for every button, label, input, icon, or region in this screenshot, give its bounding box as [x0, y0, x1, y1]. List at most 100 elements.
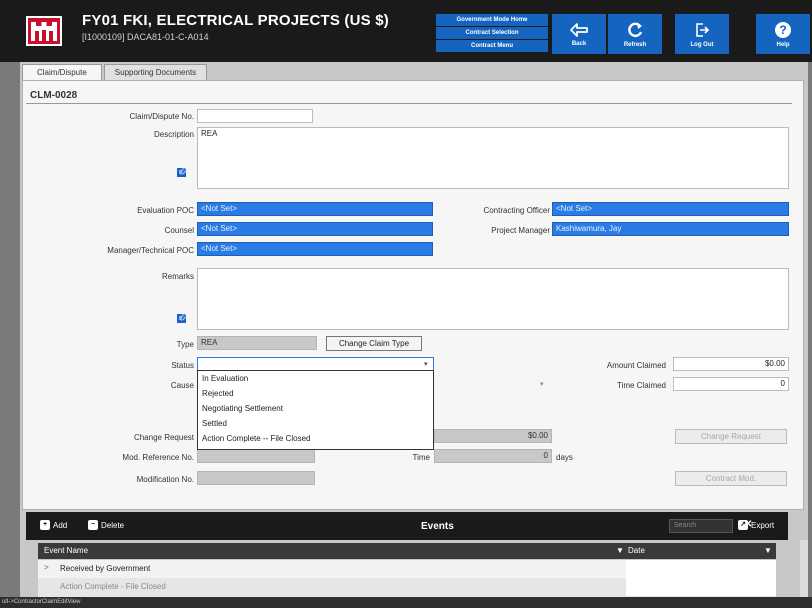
contract-menu-link[interactable]: Contract Menu — [436, 40, 548, 52]
time-label: Time — [412, 453, 430, 462]
minus-icon: − — [88, 520, 98, 530]
cause-label: Cause — [170, 381, 194, 390]
date-column-header[interactable]: Date — [628, 546, 645, 555]
events-search-input[interactable]: Search — [669, 519, 733, 533]
events-scrollbar[interactable] — [800, 540, 808, 597]
status-option-rejected[interactable]: Rejected — [198, 386, 433, 401]
add-event-label: Add — [53, 520, 68, 530]
refresh-label: Refresh — [623, 41, 647, 48]
status-option-action-complete[interactable]: Action Complete -- File Closed — [198, 431, 433, 446]
time-claimed-label: Time Claimed — [616, 381, 666, 390]
description-textarea[interactable]: REA — [197, 127, 789, 189]
filter-icon[interactable]: ▼ — [764, 546, 772, 555]
delete-event-button[interactable]: − Delete — [88, 520, 124, 530]
status-option-in-evaluation[interactable]: In Evaluation — [198, 371, 433, 386]
logout-icon — [696, 22, 710, 37]
events-title: Events — [421, 521, 454, 532]
logout-button[interactable]: Log Out — [675, 14, 729, 54]
manager-technical-poc-label: Manager/Technical POC — [107, 246, 194, 255]
status-label: Status — [171, 361, 194, 370]
type-field: REA — [197, 336, 317, 350]
tab-supporting-documents[interactable]: Supporting Documents — [103, 64, 208, 80]
export-icon: ↗ — [738, 520, 748, 530]
edit-note-icon[interactable] — [176, 312, 188, 324]
project-manager-field[interactable]: Kashiwamura, Jay — [552, 222, 789, 236]
nav-links: Government Mode Home Contract Selection … — [436, 14, 548, 54]
status-select[interactable] — [197, 357, 434, 371]
back-label: Back — [571, 40, 587, 47]
refresh-button[interactable]: Refresh — [608, 14, 662, 54]
time-claimed-input[interactable]: 0 — [673, 377, 789, 391]
event-name-cell: Action Complete - File Closed — [60, 582, 166, 591]
contracting-officer-field[interactable]: <Not Set> — [552, 202, 789, 216]
mod-reference-label: Mod. Reference No. — [122, 453, 194, 462]
svg-text:?: ? — [779, 23, 786, 37]
evaluation-poc-label: Evaluation POC — [137, 206, 194, 215]
claim-number-input[interactable] — [197, 109, 313, 123]
counsel-field[interactable]: <Not Set> — [197, 222, 433, 236]
back-arrow-icon — [570, 22, 588, 37]
castle-logo-icon — [26, 16, 62, 46]
event-date-cell — [626, 560, 776, 578]
change-claim-type-button[interactable]: Change Claim Type — [326, 336, 422, 351]
tab-claim-dispute[interactable]: Claim/Dispute — [22, 64, 102, 80]
type-label: Type — [176, 340, 194, 349]
back-button[interactable]: Back — [552, 14, 606, 54]
contract-number: [I1000109] DACA81-01-C-A014 — [82, 32, 209, 42]
help-button[interactable]: ? Help — [756, 14, 810, 54]
amount-claimed-input[interactable]: $0.00 — [673, 357, 789, 371]
time-field: 0 — [434, 449, 552, 463]
event-name-cell: Received by Government — [60, 564, 151, 573]
contracting-officer-label: Contracting Officer — [483, 206, 550, 215]
tab-bar: Claim/Dispute Supporting Documents — [22, 64, 209, 80]
amount-claimed-label: Amount Claimed — [606, 361, 666, 370]
events-toolbar: + Add − Delete Events Search ✕ ↗ Export — [26, 512, 788, 540]
add-event-button[interactable]: + Add — [40, 520, 67, 530]
change-request-label: Change Request — [133, 433, 194, 442]
remarks-label: Remarks — [161, 272, 194, 281]
cause-select[interactable] — [432, 377, 550, 391]
help-icon: ? — [775, 21, 791, 38]
status-option-negotiating-settlement[interactable]: Negotiating Settlement — [198, 401, 433, 416]
evaluation-poc-field[interactable]: <Not Set> — [197, 202, 433, 216]
days-label: days — [556, 453, 573, 462]
edit-note-icon[interactable] — [176, 166, 188, 178]
project-manager-label: Project Manager — [491, 226, 550, 235]
change-request-amount: $0.00 — [434, 429, 552, 443]
delete-event-label: Delete — [101, 520, 125, 530]
description-label: Description — [153, 130, 194, 139]
refresh-icon — [628, 22, 643, 37]
status-dropdown-list: In Evaluation Rejected Negotiating Settl… — [197, 370, 434, 450]
contract-title: FY01 FKI, ELECTRICAL PROJECTS (US $) — [82, 12, 389, 29]
contract-selection-link[interactable]: Contract Selection — [436, 27, 548, 39]
heading-divider — [26, 103, 792, 104]
table-row[interactable]: Action Complete - File Closed — [38, 578, 776, 597]
claim-number-label: Claim/Dispute No. — [129, 112, 194, 121]
events-grid-header: Event Name ▼ Date ▼ — [38, 543, 776, 559]
expand-row-icon[interactable]: > — [44, 563, 49, 572]
mod-reference-field — [197, 449, 315, 463]
help-label: Help — [776, 41, 790, 48]
event-name-column-header[interactable]: Event Name — [44, 546, 88, 555]
logout-label: Log Out — [690, 41, 714, 48]
app-header: FY01 FKI, ELECTRICAL PROJECTS (US $) [I1… — [0, 0, 812, 62]
remarks-textarea[interactable] — [197, 268, 789, 330]
change-request-button[interactable]: Change Request — [675, 429, 787, 444]
modification-no-field — [197, 471, 315, 485]
export-label: Export — [751, 520, 775, 530]
status-option-settled[interactable]: Settled — [198, 416, 433, 431]
modification-no-label: Modification No. — [136, 475, 194, 484]
table-row[interactable]: > Received by Government — [38, 560, 776, 578]
plus-icon: + — [40, 520, 50, 530]
status-bar-text: ult->ContractorClaimEditView — [0, 597, 812, 608]
manager-technical-poc-field[interactable]: <Not Set> — [197, 242, 433, 256]
filter-icon[interactable]: ▼ — [616, 546, 624, 555]
event-date-cell — [626, 578, 776, 596]
counsel-label: Counsel — [164, 226, 194, 235]
government-mode-home-link[interactable]: Government Mode Home — [436, 14, 548, 26]
export-button[interactable]: ↗ Export — [738, 520, 774, 530]
contract-mod-button[interactable]: Contract Mod. — [675, 471, 787, 486]
chevron-down-icon[interactable]: ▾ — [540, 380, 544, 388]
claim-id-heading: CLM-0028 — [30, 90, 78, 101]
chevron-down-icon[interactable]: ▾ — [424, 360, 428, 368]
